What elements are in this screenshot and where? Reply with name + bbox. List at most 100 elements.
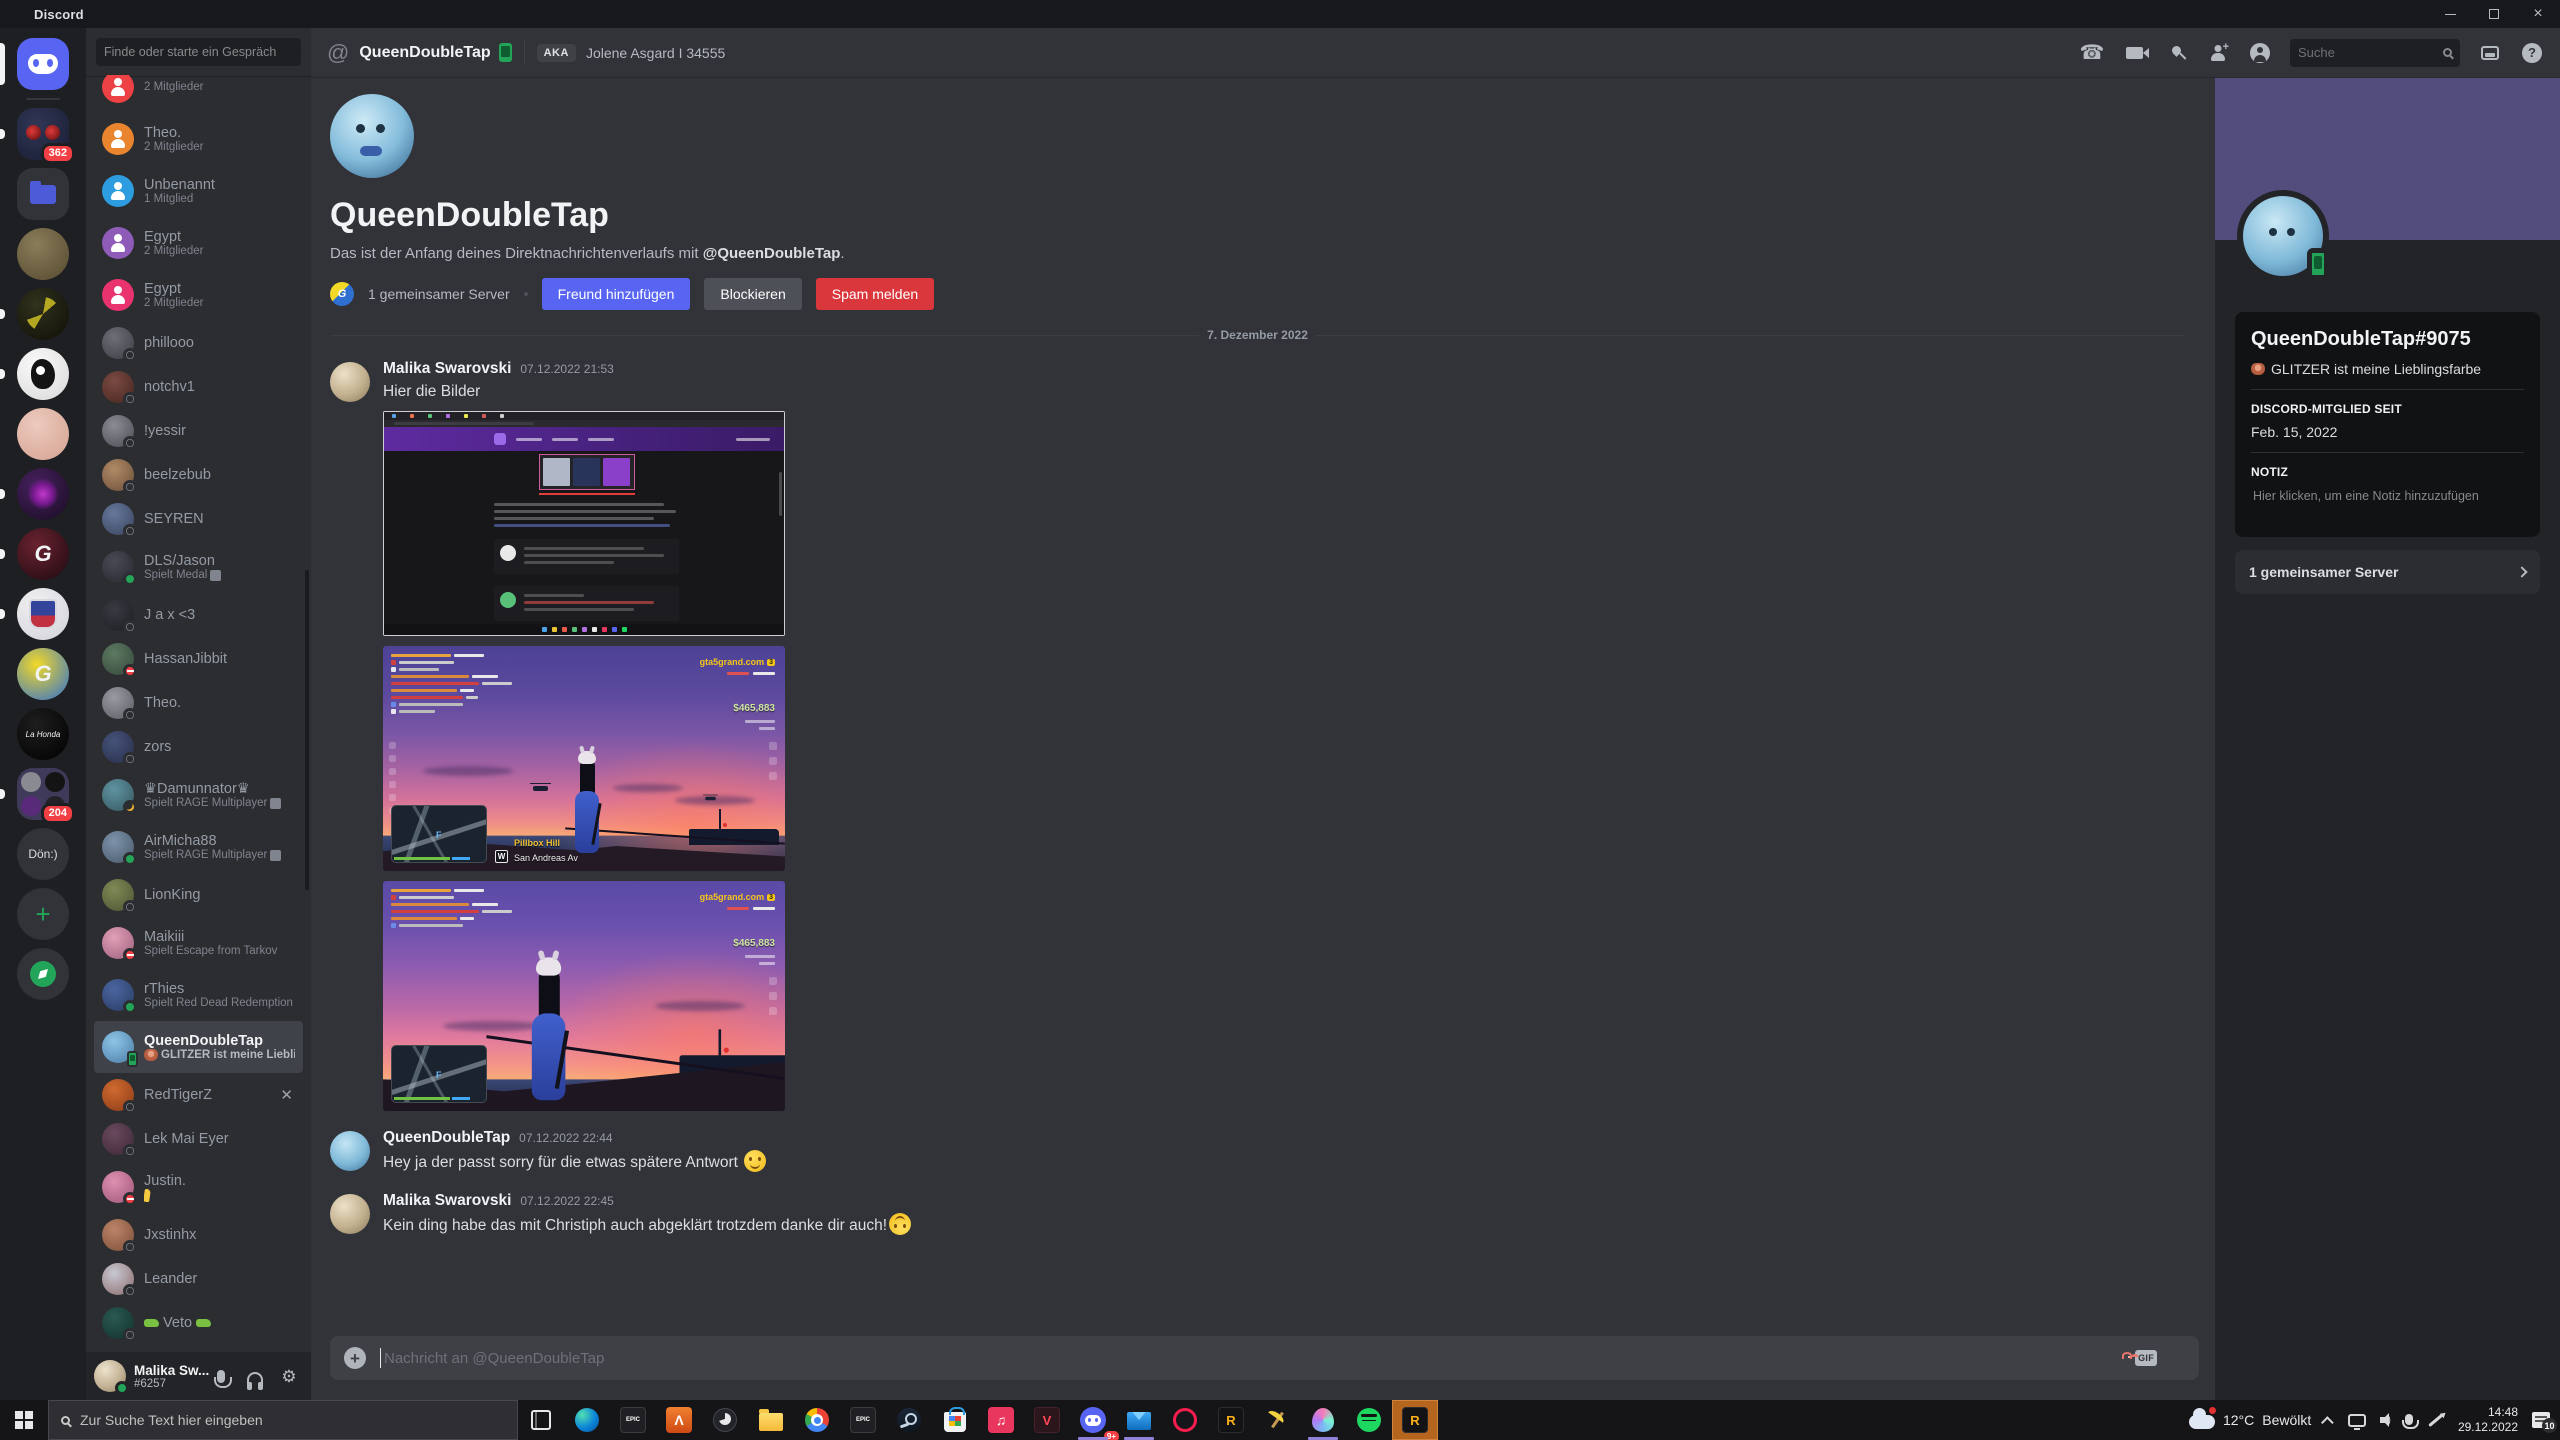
chat-title[interactable]: QueenDoubleTap bbox=[359, 44, 490, 62]
taskbar-app-tiktok[interactable]: ♫ bbox=[978, 1400, 1024, 1440]
minimize-button[interactable] bbox=[2428, 0, 2472, 28]
dm-item-airmicha88[interactable]: AirMicha88Spielt RAGE Multiplayer bbox=[94, 821, 303, 873]
dm-item-theo-[interactable]: Theo. bbox=[94, 681, 303, 725]
rail-item-server-eyes[interactable]: 362 bbox=[0, 104, 86, 164]
dm-item-egypt[interactable]: Egypt2 Mitglieder bbox=[94, 269, 303, 321]
dm-item-rthies[interactable]: rThiesSpielt Red Dead Redemption 2 bbox=[94, 969, 303, 1021]
dm-item--damunnator-[interactable]: ♛Damunnator♛Spielt RAGE Multiplayer bbox=[94, 769, 303, 821]
rail-item-don[interactable]: Dön:) bbox=[0, 824, 86, 884]
close-dm-icon[interactable]: ✕ bbox=[280, 1086, 295, 1104]
self-avatar[interactable] bbox=[94, 1360, 126, 1392]
gif-picker-button[interactable]: GIF bbox=[2135, 1350, 2157, 1366]
dm-item-seyren[interactable]: SEYREN bbox=[94, 497, 303, 541]
dm-item-lek-mai-eyer[interactable]: Lek Mai Eyer bbox=[94, 1117, 303, 1161]
rail-item-g-esport[interactable]: G bbox=[0, 524, 86, 584]
dm-item-hassanjibbit[interactable]: HassanJibbit bbox=[94, 637, 303, 681]
attach-file-button[interactable]: + bbox=[344, 1347, 366, 1369]
taskbar-app-lostark[interactable]: Λ bbox=[656, 1400, 702, 1440]
clock[interactable]: 14:48 29.12.2022 bbox=[2458, 1405, 2518, 1435]
chat-search[interactable] bbox=[2290, 39, 2460, 67]
message-scroller[interactable]: QueenDoubleTap Das ist der Anfang deines… bbox=[311, 78, 2215, 1400]
message-author[interactable]: QueenDoubleTap bbox=[383, 1129, 510, 1147]
taskbar-app-valorant[interactable]: V bbox=[1024, 1400, 1070, 1440]
taskbar-app-rockstar2[interactable]: R bbox=[1392, 1400, 1438, 1440]
start-video-call-button[interactable] bbox=[2122, 41, 2146, 65]
taskbar-app-explorer[interactable] bbox=[748, 1400, 794, 1440]
rail-item-add[interactable]: + bbox=[0, 884, 86, 944]
dm-item-maikiii[interactable]: MaikiiiSpielt Escape from Tarkov bbox=[94, 917, 303, 969]
dm-item-lionking[interactable]: LionKing bbox=[94, 873, 303, 917]
rail-item-explore[interactable] bbox=[0, 944, 86, 1004]
taskbar-app-operagx[interactable] bbox=[1162, 1400, 1208, 1440]
add-friend-to-dm-button[interactable]: + bbox=[2206, 41, 2230, 65]
dm-item-justin-[interactable]: Justin. bbox=[94, 1161, 303, 1213]
add-friend-button[interactable]: Freund hinzufügen bbox=[542, 278, 691, 310]
rail-item-monkey[interactable] bbox=[0, 224, 86, 284]
note-placeholder[interactable]: Hier klicken, um eine Notiz hinzuzufügen bbox=[2251, 487, 2524, 521]
rail-item-home[interactable] bbox=[0, 34, 86, 94]
rail-item-folder-open[interactable] bbox=[0, 164, 86, 224]
rail-item-bandit[interactable] bbox=[0, 284, 86, 344]
dm-item-theo-[interactable]: Theo.2 Mitglieder bbox=[94, 113, 303, 165]
dm-item-leander[interactable]: Leander bbox=[94, 1257, 303, 1301]
chat-search-input[interactable] bbox=[2298, 45, 2443, 60]
message-author[interactable]: Malika Swarovski bbox=[383, 360, 511, 378]
taskbar-app-spotify[interactable] bbox=[1346, 1400, 1392, 1440]
taskbar-app-mail[interactable] bbox=[1116, 1400, 1162, 1440]
tray-microphone-icon[interactable] bbox=[2405, 1414, 2413, 1425]
dm-item-egypt[interactable]: Egypt2 Mitglieder bbox=[94, 217, 303, 269]
block-button[interactable]: Blockieren bbox=[704, 278, 801, 310]
tray-overflow-chevron-icon[interactable] bbox=[2321, 1416, 2334, 1429]
notification-center-button[interactable]: 10 bbox=[2532, 1412, 2550, 1428]
dm-item-zors[interactable]: zors bbox=[94, 725, 303, 769]
dm-item-queendoubletap[interactable]: QueenDoubleTapGLITZER ist meine Lieblin.… bbox=[94, 1021, 303, 1073]
rail-item-penguin[interactable] bbox=[0, 344, 86, 404]
sidebar-scrollbar[interactable] bbox=[305, 570, 309, 890]
taskbar-search-input[interactable] bbox=[80, 1412, 505, 1428]
taskbar-app-taskview[interactable] bbox=[518, 1400, 564, 1440]
inbox-button[interactable] bbox=[2478, 41, 2502, 65]
report-spam-button[interactable]: Spam melden bbox=[816, 278, 934, 310]
start-button[interactable] bbox=[0, 1400, 48, 1440]
rail-item-la-honda[interactable]: La Honda bbox=[0, 704, 86, 764]
taskbar-app-epic2[interactable]: EPIC bbox=[840, 1400, 886, 1440]
taskbar-app-edge[interactable] bbox=[564, 1400, 610, 1440]
taskbar-app-flame[interactable] bbox=[1300, 1400, 1346, 1440]
rail-item-demon[interactable] bbox=[0, 464, 86, 524]
mutual-servers-button[interactable]: 1 gemeinsamer Server bbox=[2235, 550, 2540, 594]
attachment-image-gta-sunset[interactable]: gta5grand.com3 $465,883 bbox=[383, 646, 785, 871]
dm-item-notchv1[interactable]: notchv1 bbox=[94, 365, 303, 409]
taskbar-app-discord[interactable]: 9+ bbox=[1070, 1400, 1116, 1440]
pen-icon[interactable] bbox=[2428, 1414, 2443, 1427]
avatar[interactable] bbox=[330, 362, 370, 402]
attachment-image-gta-sunset-close[interactable]: gta5grand.com3 $465,883 bbox=[383, 881, 785, 1111]
taskbar-search[interactable] bbox=[48, 1400, 518, 1440]
volume-button[interactable]: ) bbox=[2380, 1413, 2391, 1427]
attachment-image-forum-screenshot[interactable] bbox=[383, 411, 785, 636]
find-conversation-button[interactable]: Finde oder starte ein Gespräch bbox=[96, 38, 301, 66]
rail-item-peach[interactable] bbox=[0, 404, 86, 464]
dm-item-dls-jason[interactable]: DLS/JasonSpielt Medal bbox=[94, 541, 303, 593]
taskbar-app-pickaxe[interactable] bbox=[1254, 1400, 1300, 1440]
dm-item-zerus[interactable]: Zerus bbox=[94, 1345, 303, 1352]
message-input[interactable] bbox=[384, 1350, 2121, 1367]
dm-item-j-a-x-3[interactable]: J a x <3 bbox=[94, 593, 303, 637]
taskbar-app-store[interactable] bbox=[932, 1400, 978, 1440]
avatar[interactable] bbox=[330, 1131, 370, 1171]
message-author[interactable]: Malika Swarovski bbox=[383, 1192, 511, 1210]
maximize-button[interactable] bbox=[2472, 0, 2516, 28]
cast-icon[interactable] bbox=[2348, 1414, 2366, 1427]
self-username[interactable]: Malika Sw... bbox=[134, 1363, 199, 1378]
rail-item-crest[interactable] bbox=[0, 584, 86, 644]
taskbar-app-rockstar[interactable]: R bbox=[1208, 1400, 1254, 1440]
toggle-profile-button[interactable] bbox=[2248, 41, 2272, 65]
dm-item-unbenannt[interactable]: Unbenannt1 Mitglied bbox=[94, 165, 303, 217]
avatar[interactable] bbox=[330, 1194, 370, 1234]
mutual-servers-label[interactable]: 1 gemeinsamer Server bbox=[368, 286, 510, 302]
pinned-messages-button[interactable] bbox=[2164, 41, 2188, 65]
help-button[interactable]: ? bbox=[2520, 41, 2544, 65]
mute-button[interactable] bbox=[207, 1362, 235, 1390]
dm-item--yessir[interactable]: !yessir bbox=[94, 409, 303, 453]
taskbar-app-steam[interactable] bbox=[886, 1400, 932, 1440]
dm-item-hidden[interactable]: 2 Mitglieder bbox=[94, 75, 303, 113]
